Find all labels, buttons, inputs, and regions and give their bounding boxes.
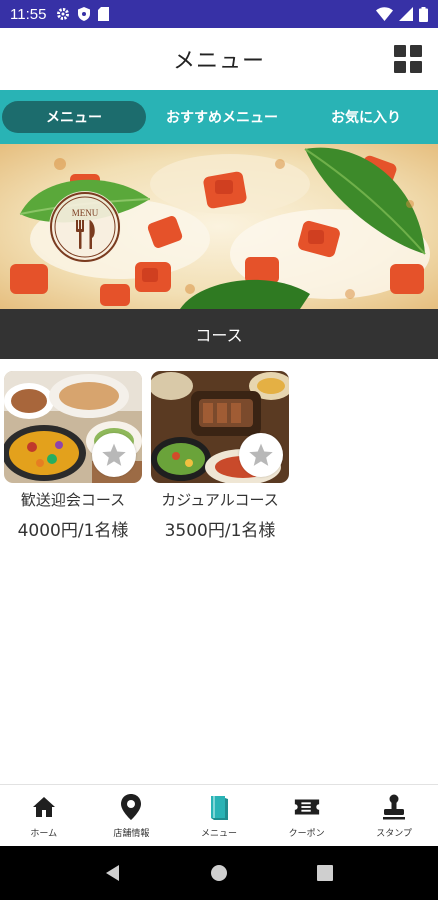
tab-menu[interactable]: メニュー <box>2 101 146 133</box>
stamp-icon <box>380 793 408 821</box>
course-card[interactable]: 歓送迎会コース 4000円/1名様 <box>4 371 142 541</box>
tab-favorites[interactable]: お気に入り <box>294 101 438 133</box>
menu-badge-text: MENU <box>72 208 99 218</box>
hero-banner: MENU <box>0 144 438 309</box>
nav-label: クーポン <box>288 828 325 839</box>
recents-icon[interactable] <box>316 864 334 882</box>
course-image <box>4 371 142 483</box>
bottom-nav: ホーム 店舗情報 メニュー クーポン スタンプ <box>0 784 438 846</box>
screen: 11:55 メニュー メニュー おすすめメニュー お気に入り MENU コース … <box>0 0 438 900</box>
section-title: コース <box>195 326 243 345</box>
course-list: 歓送迎会コース 4000円/1名様 カジュアルコース 3500円/1名様 <box>4 371 289 541</box>
nav-home[interactable]: ホーム <box>0 785 88 846</box>
status-system-icons <box>376 6 428 22</box>
favorite-button[interactable] <box>239 433 283 477</box>
course-card[interactable]: カジュアルコース 3500円/1名様 <box>151 371 289 541</box>
nav-stamp[interactable]: スタンプ <box>350 785 438 846</box>
nav-store-info[interactable]: 店舗情報 <box>88 785 176 846</box>
favorite-button[interactable] <box>92 433 136 477</box>
course-price: 3500円/1名様 <box>164 521 276 541</box>
course-name: カジュアルコース <box>161 491 279 509</box>
course-name: 歓送迎会コース <box>20 491 126 509</box>
book-icon <box>205 793 233 821</box>
star-icon <box>102 443 126 466</box>
nav-label: ホーム <box>30 828 58 839</box>
app-header: メニュー <box>0 28 438 90</box>
page-title: メニュー <box>172 49 265 74</box>
shield-icon <box>78 7 91 21</box>
course-image <box>151 371 289 483</box>
location-pin-icon <box>117 793 145 821</box>
ticket-icon <box>293 793 321 821</box>
nav-coupon[interactable]: クーポン <box>263 785 351 846</box>
back-icon[interactable] <box>104 864 122 882</box>
grid-icon <box>394 45 406 57</box>
nav-label: メニュー <box>200 828 237 839</box>
home-icon <box>30 793 58 821</box>
battery-icon <box>419 6 428 22</box>
section-header: コース <box>0 309 438 359</box>
grid-view-button[interactable] <box>394 45 422 73</box>
status-notification-icons <box>56 7 110 21</box>
settings-icon <box>57 8 70 20</box>
menu-badge-icon <box>49 191 121 263</box>
wifi-icon <box>376 7 393 21</box>
pizza-image: MENU <box>0 144 438 309</box>
system-nav-bar <box>0 846 438 900</box>
status-bar: 11:55 <box>0 0 438 28</box>
nav-label: 店舗情報 <box>113 828 150 839</box>
tab-bar: メニュー おすすめメニュー お気に入り <box>0 90 438 144</box>
nav-label: スタンプ <box>376 828 413 839</box>
signal-icon <box>399 7 413 21</box>
home-circle-icon[interactable] <box>210 864 228 882</box>
sd-card-icon <box>98 7 110 21</box>
tab-recommended[interactable]: おすすめメニュー <box>150 101 294 133</box>
star-icon <box>249 443 273 466</box>
course-price: 4000円/1名様 <box>17 521 129 541</box>
status-time: 11:55 <box>10 5 47 23</box>
nav-menu[interactable]: メニュー <box>175 785 263 846</box>
